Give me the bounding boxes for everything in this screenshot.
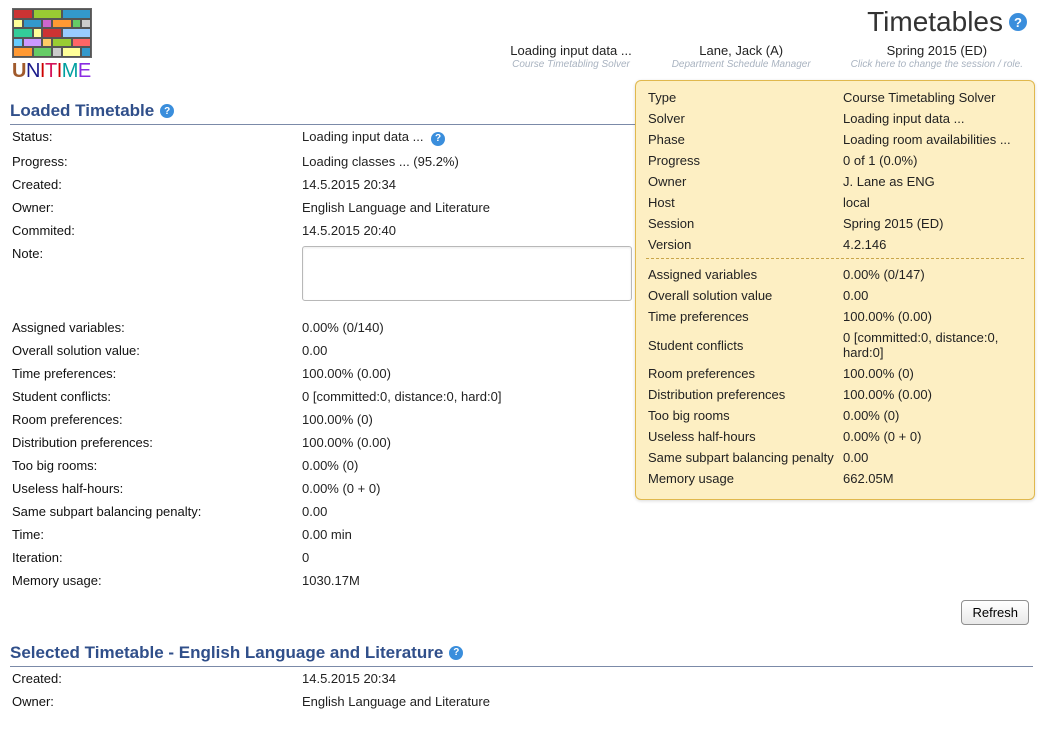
refresh-button[interactable]: Refresh	[961, 600, 1029, 625]
memory-label: Memory usage:	[10, 569, 300, 592]
committed-label: Commited:	[10, 219, 300, 242]
crumb-user-sub: Department Schedule Manager	[672, 59, 811, 71]
selected-timetable-heading: Selected Timetable - English Language an…	[10, 643, 1033, 667]
sel-created-label: Created:	[10, 667, 300, 690]
iteration-value: 0	[300, 546, 1033, 569]
sel-owner-label: Owner:	[10, 690, 300, 713]
crumb-session-main: Spring 2015 (ED)	[851, 44, 1023, 59]
owner-label: Owner:	[10, 196, 300, 219]
sel-created-value: 14.5.2015 20:34	[300, 667, 1033, 690]
progress-label: Progress:	[10, 150, 300, 173]
subpart-balancing-value: 0.00	[300, 500, 1033, 523]
room-pref-label: Room preferences:	[10, 408, 300, 431]
subpart-balancing-label: Same subpart balancing penalty:	[10, 500, 300, 523]
student-conflicts-label: Student conflicts:	[10, 385, 300, 408]
logo[interactable]: UNITIME	[12, 8, 92, 83]
help-icon[interactable]: ?	[449, 646, 463, 660]
crumb-solver-sub: Course Timetabling Solver	[510, 59, 631, 71]
page-title: Timetables	[867, 6, 1003, 38]
logo-text: UNITIME	[12, 60, 91, 83]
memory-value: 1030.17M	[300, 569, 1033, 592]
solver-tooltip: Type Course Timetabling Solver SolverLoa…	[635, 80, 1035, 500]
crumb-solver[interactable]: Loading input data ... Course Timetablin…	[510, 44, 631, 70]
crumb-user-main: Lane, Jack (A)	[672, 44, 811, 59]
crumb-solver-main: Loading input data ...	[510, 44, 631, 59]
note-label: Note:	[10, 242, 300, 308]
crumb-session-sub: Click here to change the session / role.	[851, 59, 1023, 71]
help-icon[interactable]: ?	[431, 132, 445, 146]
too-big-rooms-label: Too big rooms:	[10, 454, 300, 477]
time-label: Time:	[10, 523, 300, 546]
time-pref-label: Time preferences:	[10, 362, 300, 385]
crumb-session[interactable]: Spring 2015 (ED) Click here to change th…	[851, 44, 1023, 70]
status-label: Status:	[10, 125, 300, 150]
time-value: 0.00 min	[300, 523, 1033, 546]
sel-owner-value: English Language and Literature	[300, 690, 1033, 713]
iteration-label: Iteration:	[10, 546, 300, 569]
note-input[interactable]	[302, 246, 632, 301]
help-icon[interactable]: ?	[160, 104, 174, 118]
crumb-user[interactable]: Lane, Jack (A) Department Schedule Manag…	[672, 44, 811, 70]
status-value: Loading input data ...	[302, 129, 423, 144]
logo-icon	[12, 8, 92, 58]
assigned-vars-label: Assigned variables:	[10, 316, 300, 339]
help-icon[interactable]: ?	[1009, 13, 1027, 31]
overall-solution-label: Overall solution value:	[10, 339, 300, 362]
dist-pref-label: Distribution preferences:	[10, 431, 300, 454]
useless-half-hours-label: Useless half-hours:	[10, 477, 300, 500]
created-label: Created:	[10, 173, 300, 196]
